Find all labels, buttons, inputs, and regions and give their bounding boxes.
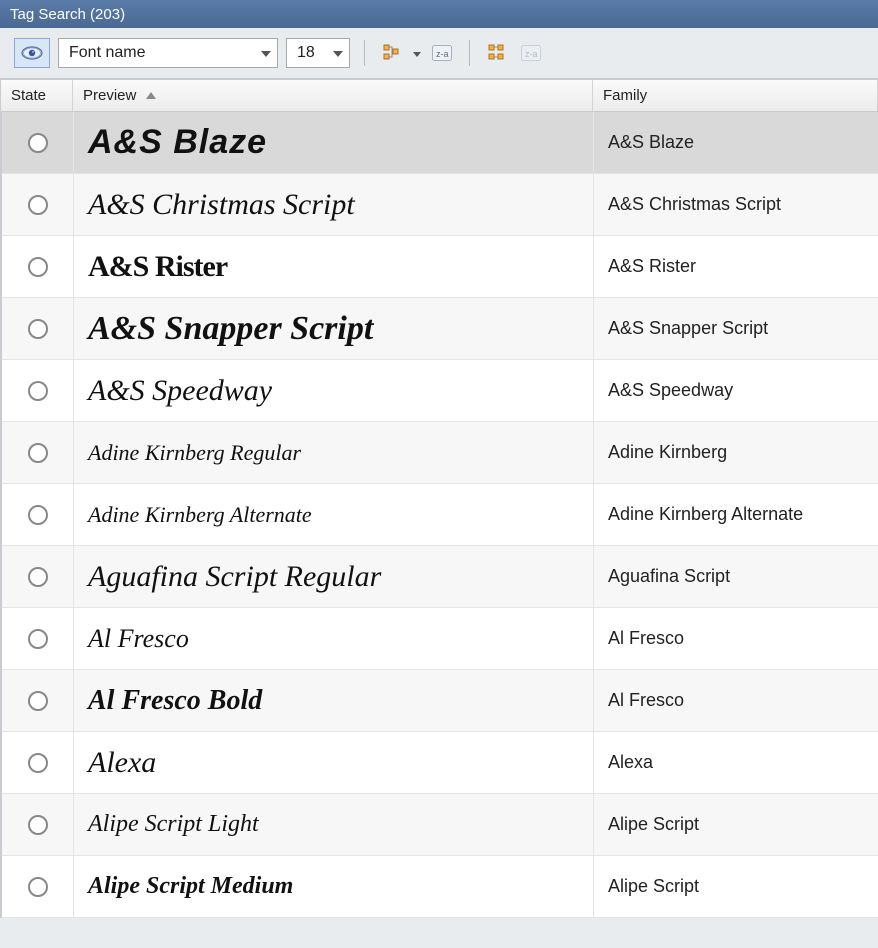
table-row[interactable]: Alipe Script MediumAlipe Script: [1, 856, 878, 918]
family-cell: A&S Blaze: [594, 112, 878, 173]
preview-cell: Adine Kirnberg Alternate: [74, 484, 594, 545]
sort-family-button[interactable]: [379, 40, 405, 66]
column-label: Family: [603, 87, 647, 104]
case-button-1[interactable]: z-a: [429, 40, 455, 66]
chevron-down-icon: [333, 46, 343, 60]
family-cell: Adine Kirnberg: [594, 422, 878, 483]
preview-toggle-button[interactable]: [14, 38, 50, 68]
toolbar-separator: [469, 40, 470, 66]
state-radio[interactable]: [28, 257, 48, 277]
family-cell: A&S Rister: [594, 236, 878, 297]
preview-cell: A&S Christmas Script: [74, 174, 594, 235]
state-cell[interactable]: [2, 174, 74, 235]
window-title: Tag Search (203): [10, 6, 125, 23]
table-row[interactable]: A&S RisterA&S Rister: [1, 236, 878, 298]
state-cell[interactable]: [2, 608, 74, 669]
case-za-icon: z-a: [432, 45, 452, 61]
state-radio[interactable]: [28, 877, 48, 897]
eye-icon: [21, 45, 43, 61]
table-body: A&S BlazeA&S BlazeA&S Christmas ScriptA&…: [1, 112, 878, 918]
column-header-state[interactable]: State: [1, 80, 73, 111]
state-cell[interactable]: [2, 298, 74, 359]
column-header-family[interactable]: Family: [593, 80, 878, 111]
state-radio[interactable]: [28, 567, 48, 587]
table-row[interactable]: Al Fresco BoldAl Fresco: [1, 670, 878, 732]
preview-cell: A&S Rister: [74, 236, 594, 297]
svg-text:z-a: z-a: [525, 49, 538, 59]
table-row[interactable]: A&S Snapper ScriptA&S Snapper Script: [1, 298, 878, 360]
tree-sort-icon: [383, 44, 401, 62]
window-titlebar: Tag Search (203): [0, 0, 878, 28]
state-radio[interactable]: [28, 629, 48, 649]
family-cell: A&S Speedway: [594, 360, 878, 421]
table-row[interactable]: AlexaAlexa: [1, 732, 878, 794]
case-button-2[interactable]: z-a: [518, 40, 544, 66]
column-label: Preview: [83, 87, 136, 104]
state-radio[interactable]: [28, 319, 48, 339]
preview-cell: Aguafina Script Regular: [74, 546, 594, 607]
state-radio[interactable]: [28, 443, 48, 463]
preview-text-value: Font name: [69, 44, 145, 62]
tree-icon: [488, 44, 506, 62]
state-radio[interactable]: [28, 815, 48, 835]
table-row[interactable]: A&S Christmas ScriptA&S Christmas Script: [1, 174, 878, 236]
chevron-down-icon: [261, 46, 271, 60]
toolbar: Font name 18 z-a: [0, 28, 878, 79]
family-cell: Alipe Script: [594, 856, 878, 917]
preview-cell: Alipe Script Light: [74, 794, 594, 855]
state-radio[interactable]: [28, 381, 48, 401]
family-cell: Aguafina Script: [594, 546, 878, 607]
state-radio[interactable]: [28, 753, 48, 773]
table-row[interactable]: Adine Kirnberg AlternateAdine Kirnberg A…: [1, 484, 878, 546]
column-label: State: [11, 87, 46, 104]
state-cell[interactable]: [2, 360, 74, 421]
toolbar-separator: [364, 40, 365, 66]
table-row[interactable]: A&S BlazeA&S Blaze: [1, 112, 878, 174]
preview-cell: Adine Kirnberg Regular: [74, 422, 594, 483]
table-header: State Preview Family: [1, 80, 878, 112]
table-row[interactable]: Alipe Script LightAlipe Script: [1, 794, 878, 856]
table-row[interactable]: Al FrescoAl Fresco: [1, 608, 878, 670]
state-cell[interactable]: [2, 794, 74, 855]
table-row[interactable]: Adine Kirnberg RegularAdine Kirnberg: [1, 422, 878, 484]
case-za-icon: z-a: [521, 45, 541, 61]
preview-cell: Al Fresco Bold: [74, 670, 594, 731]
preview-cell: A&S Blaze: [74, 112, 594, 173]
state-cell[interactable]: [2, 112, 74, 173]
state-cell[interactable]: [2, 422, 74, 483]
column-header-preview[interactable]: Preview: [73, 80, 593, 111]
font-size-combo[interactable]: 18: [286, 38, 350, 68]
font-table: State Preview Family A&S BlazeA&S BlazeA…: [0, 79, 878, 918]
state-cell[interactable]: [2, 546, 74, 607]
family-cell: Al Fresco: [594, 608, 878, 669]
state-cell[interactable]: [2, 856, 74, 917]
family-cell: Adine Kirnberg Alternate: [594, 484, 878, 545]
table-row[interactable]: Aguafina Script RegularAguafina Script: [1, 546, 878, 608]
preview-cell: A&S Speedway: [74, 360, 594, 421]
state-cell[interactable]: [2, 670, 74, 731]
chevron-down-icon[interactable]: [413, 46, 421, 60]
family-cell: Alipe Script: [594, 794, 878, 855]
state-radio[interactable]: [28, 195, 48, 215]
preview-cell: Al Fresco: [74, 608, 594, 669]
sort-flat-button[interactable]: [484, 40, 510, 66]
state-radio[interactable]: [28, 691, 48, 711]
preview-cell: Alipe Script Medium: [74, 856, 594, 917]
preview-cell: Alexa: [74, 732, 594, 793]
family-cell: Al Fresco: [594, 670, 878, 731]
family-cell: A&S Christmas Script: [594, 174, 878, 235]
family-cell: Alexa: [594, 732, 878, 793]
state-radio[interactable]: [28, 133, 48, 153]
preview-cell: A&S Snapper Script: [74, 298, 594, 359]
font-size-value: 18: [297, 44, 315, 62]
family-cell: A&S Snapper Script: [594, 298, 878, 359]
preview-text-combo[interactable]: Font name: [58, 38, 278, 68]
state-cell[interactable]: [2, 732, 74, 793]
sort-ascending-icon: [146, 92, 156, 99]
state-cell[interactable]: [2, 236, 74, 297]
table-row[interactable]: A&S SpeedwayA&S Speedway: [1, 360, 878, 422]
svg-text:z-a: z-a: [436, 49, 449, 59]
state-cell[interactable]: [2, 484, 74, 545]
state-radio[interactable]: [28, 505, 48, 525]
